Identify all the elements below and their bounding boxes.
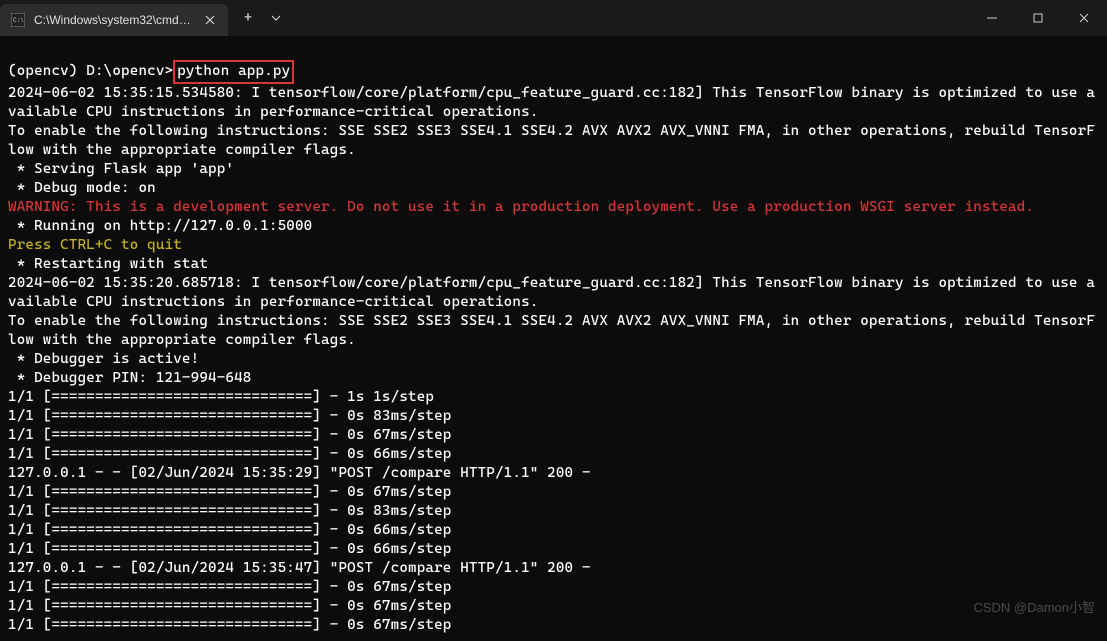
output-line: 1/1 [==============================] - 0… [8, 617, 452, 633]
output-line: To enable the following instructions: SS… [8, 123, 1095, 158]
output-line: 1/1 [==============================] - 0… [8, 427, 452, 443]
output-line: 1/1 [==============================] - 0… [8, 541, 452, 557]
output-line: 127.0.0.1 - - [02/Jun/2024 15:35:29] "PO… [8, 465, 591, 481]
tab-title: C:\Windows\system32\cmd.ex [34, 13, 194, 27]
output-line: 1/1 [==============================] - 0… [8, 484, 452, 500]
output-line: 1/1 [==============================] - 0… [8, 446, 452, 462]
prompt-env: (opencv) [8, 63, 86, 79]
output-warning-line: WARNING: This is a development server. D… [8, 199, 1034, 215]
output-line: * Debug mode: on [8, 180, 156, 196]
output-line: * Serving Flask app 'app' [8, 161, 234, 177]
output-line: 1/1 [==============================] - 0… [8, 522, 452, 538]
new-tab-button[interactable]: + [232, 0, 264, 36]
svg-text:C:\: C:\ [13, 17, 24, 24]
watermark: CSDN @Damon小智 [973, 597, 1095, 616]
output-line: * Debugger PIN: 121-994-648 [8, 370, 252, 386]
output-line: * Running on http://127.0.0.1:5000 [8, 218, 312, 234]
output-line: 1/1 [==============================] - 0… [8, 408, 452, 424]
output-line: * Debugger is active! [8, 351, 199, 367]
output-line: 1/1 [==============================] - 0… [8, 579, 452, 595]
tab-close-button[interactable] [202, 12, 218, 28]
output-hint-line: Press CTRL+C to quit [8, 237, 182, 253]
output-line: 2024-06-02 15:35:20.685718: I tensorflow… [8, 275, 1095, 310]
tab-active[interactable]: C:\ C:\Windows\system32\cmd.ex [0, 4, 228, 36]
output-line: 1/1 [==============================] - 0… [8, 598, 452, 614]
titlebar-drag-area[interactable] [288, 0, 969, 36]
maximize-button[interactable] [1015, 0, 1061, 36]
title-bar: C:\ C:\Windows\system32\cmd.ex + [0, 0, 1107, 36]
close-button[interactable] [1061, 0, 1107, 36]
output-line: To enable the following instructions: SS… [8, 313, 1095, 348]
output-line: 1/1 [==============================] - 0… [8, 503, 452, 519]
cmd-icon: C:\ [10, 12, 26, 28]
tab-dropdown-button[interactable] [264, 0, 288, 36]
window-controls [969, 0, 1107, 36]
output-line: * Restarting with stat [8, 256, 208, 272]
minimize-button[interactable] [969, 0, 1015, 36]
prompt-path: D:\opencv> [86, 63, 173, 79]
terminal-output[interactable]: (opencv) D:\opencv>python app.py 2024-06… [0, 36, 1107, 641]
tab-actions: + [232, 0, 288, 36]
highlighted-command: python app.py [173, 60, 294, 84]
output-line: 127.0.0.1 - - [02/Jun/2024 15:35:47] "PO… [8, 560, 591, 576]
output-line: 2024-06-02 15:35:15.534580: I tensorflow… [8, 85, 1095, 120]
output-line: 1/1 [==============================] - 1… [8, 389, 434, 405]
